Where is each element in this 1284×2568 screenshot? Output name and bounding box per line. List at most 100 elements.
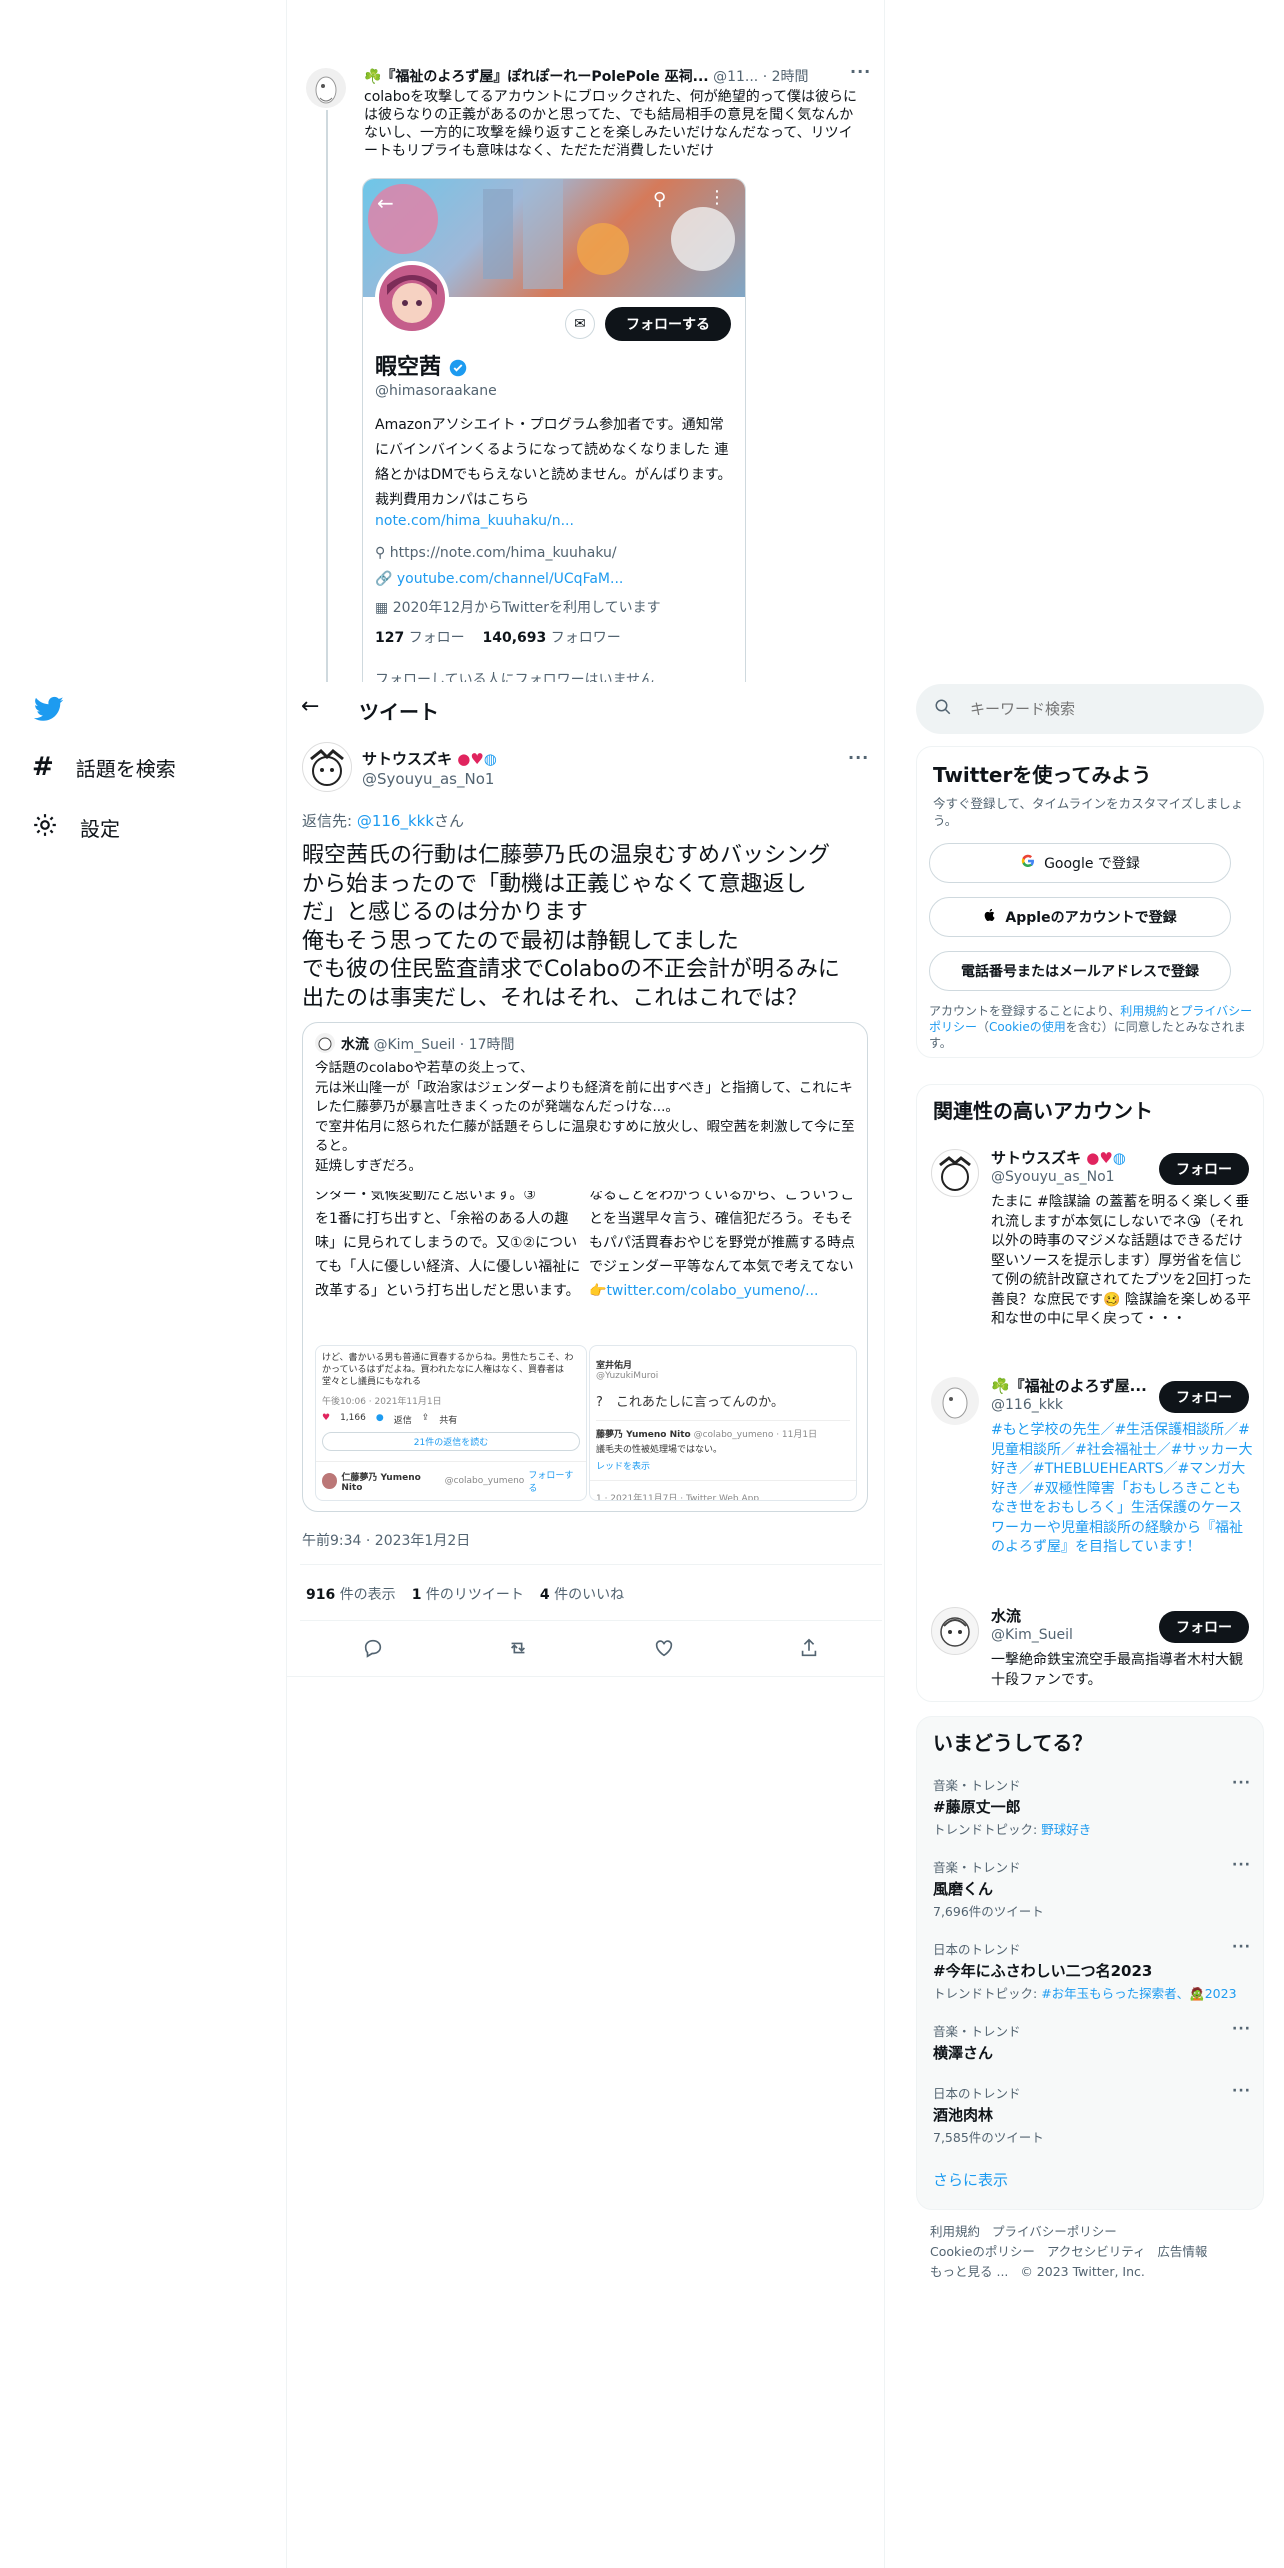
profile-message-icon: ✉ [565,309,595,339]
nav-explore[interactable]: # 話題を検索 [32,752,176,782]
quote-image-1[interactable]: ジター・気候変動だと思います。③ を1番に打ち出すと、「余裕のある人の趣味」に見… [315,1191,587,1341]
profile-card-image[interactable]: ← ⚲ ⋮ ✉ フォローする 暇空茜 @himasoraakane Amazon… [362,178,746,682]
reply-to-link[interactable]: @116_kkk [357,812,434,830]
trend-more-icon[interactable]: ··· [1232,2083,1251,2099]
trend-more-icon[interactable]: ··· [1232,1857,1251,1873]
follow-button[interactable]: フォロー [1159,1381,1249,1413]
parent-tweet-author-handle[interactable]: @11... [713,69,758,85]
google-icon [1020,853,1036,873]
followers-label: フォロワー [550,630,621,646]
follow-button[interactable]: フォロー [1159,1153,1249,1185]
tweet-timestamp[interactable]: 午前9:34 · 2023年1月2日 [302,1530,470,1550]
footer-accessibility[interactable]: アクセシビリティ [1047,2244,1146,2259]
trend-item[interactable]: 音楽・トレンド 横澤さん ··· [933,2021,1251,2063]
hashtag-icon: # [32,752,54,782]
parent-tweet-avatar[interactable] [306,68,346,108]
search-input[interactable] [970,700,1230,718]
profile-cutoff-text: フォローしている人にフォロワーはいません [375,672,655,682]
trend-item[interactable]: 日本のトレンド 酒池肉林 7,585件のツイート ··· [933,2083,1251,2146]
likes-stat[interactable]: 4 件のいいね [540,1584,624,1604]
footer-more[interactable]: もっと見る ... [930,2264,1008,2279]
trend-more-icon[interactable]: ··· [1232,1775,1251,1791]
trend-more-icon[interactable]: ··· [1232,2021,1251,2037]
parent-tweet-time[interactable]: · 2時間 [763,69,809,85]
account-handle: @Kim_Sueil [991,1627,1073,1643]
trend-context: 日本のトレンド [933,1942,1021,1957]
cookie-link[interactable]: Cookieの使用 [989,1020,1066,1034]
share-icon[interactable] [798,1637,820,1663]
trend-item[interactable]: 音楽・トレンド #藤原丈一郎 トレンドトピック: 野球好き ··· [933,1775,1251,1838]
parent-tweet-author-name[interactable]: ☘️『福祉のよろず屋』ぽれぽーれーPolePole 巫祠... [364,69,709,85]
following-label: フォロー [408,630,465,646]
quote-image-3-heart-icon: ♥ [322,1413,331,1423]
likes-count: 4 [539,1587,550,1603]
signup-subtitle: 今すぐ登録して、タイムラインをカスタマイズしましょう。 [933,796,1244,828]
terms-link[interactable]: 利用規約 [1120,1004,1168,1018]
quote-image-2[interactable]: なることをわかっているから、こういうことを当選早々言う、確信犯だろう。そもそもパ… [589,1191,857,1341]
trend-meta-link[interactable]: #お年玉もらった探索者、🧟2023 [1041,1986,1236,2001]
relevant-account[interactable]: サトウスズキ ●♥◍ @Syouyu_as_No1 フォロー たまに #陰謀論 … [917,1139,1263,1351]
footer-privacy[interactable]: プライバシーポリシー [992,2224,1117,2239]
retweets-stat[interactable]: 1 件のリツイート [412,1584,524,1604]
relevant-title: 関連性の高いアカウント [933,1099,1153,1123]
calendar-icon: ▦ [375,600,389,616]
tweet-author-handle[interactable]: @Syouyu_as_No1 [362,770,494,788]
google-signup-button[interactable]: Google で登録 [929,843,1231,883]
footer: 利用規約 プライバシーポリシー Cookieのポリシー アクセシビリティ 広告情… [930,2222,1250,2282]
trend-name: #今年にふさわしい二つ名2023 [933,1962,1153,1980]
retweets-count: 1 [411,1587,422,1603]
search-box[interactable] [916,684,1264,734]
reply-icon[interactable] [362,1637,384,1663]
footer-ads[interactable]: 広告情報 [1157,2244,1207,2259]
like-icon[interactable] [653,1637,675,1663]
phone-signup-button[interactable]: 電話番号またはメールアドレスで登録 [929,951,1231,991]
quote-image-3-handle: @colabo_yumeno [444,1476,525,1486]
relevant-account[interactable]: ☘️『福祉のよろず屋... @116_kkk フォロー #もと学校の先生／#生活… [917,1367,1263,1581]
quote-image-3-author: 仁藤夢乃 Yumeno Nito [341,1472,421,1493]
tweet-more-icon[interactable]: ··· [848,748,869,767]
trend-meta: トレンドトピック: [933,1986,1042,2001]
followers-count: 140,693 [482,630,547,646]
quote-image-4[interactable]: 室井佑月 @YuzukiMuroi ? これあたしに言ってんのか。 藤夢乃 Yu… [589,1345,857,1501]
trend-name: #藤原丈一郎 [933,1798,1021,1816]
follow-button[interactable]: フォロー [1159,1611,1249,1643]
parent-tweet-more-icon[interactable]: ··· [850,62,871,81]
tweet-line: 暇空茜氏の行動は仁藤夢乃氏の温泉むすめバッシング [302,843,831,868]
parent-tweet[interactable]: ☘️『福祉のよろず屋』ぽれぽーれーPolePole 巫祠... @11... ·… [300,60,880,682]
footer-terms[interactable]: 利用規約 [930,2224,980,2239]
gear-icon [32,812,58,843]
search-icon [934,698,952,720]
trend-more-icon[interactable]: ··· [1232,1939,1251,1955]
tweet-line: から始まったので「動機は正義じゃなくて意趣返し [302,871,807,897]
show-more-link[interactable]: さらに表示 [933,2169,1008,2190]
views-count: 916 [306,1587,336,1603]
trend-meta: トレンドトピック: [933,1822,1042,1837]
header-title: ツイート [359,700,439,724]
retweet-icon[interactable] [507,1637,529,1663]
quote-author-name: 水流 [341,1037,369,1053]
tweet-author-name[interactable]: サトウスズキ [362,750,452,768]
quote-image-3-read: 21件の返信を読む [322,1432,580,1451]
nav-explore-label: 話題を検索 [75,756,176,781]
back-arrow-icon[interactable]: ← [301,694,319,719]
trend-meta-link[interactable]: 野球好き [1041,1822,1091,1837]
globe-emoji-icon: ◍ [483,750,497,768]
tweet-author-avatar[interactable] [302,742,352,792]
trend-context: 日本のトレンド [933,2086,1021,2101]
quoted-tweet[interactable]: 水流 @Kim_Sueil · 17時間 今話題のcolaboや若草の炎上って、… [302,1022,868,1512]
trend-item[interactable]: 日本のトレンド #今年にふさわしい二つ名2023 トレンドトピック: #お年玉も… [933,1939,1251,2002]
account-bio: たまに #陰謀論 の蓋蓄を明るく楽しく垂れ流しますが本気にしないでネ😘（それ以外… [991,1194,1252,1327]
twitter-logo-icon[interactable] [33,694,64,728]
heart-emoji-icon: ♥ [470,750,484,768]
nav-settings[interactable]: 設定 [32,812,120,843]
trend-item[interactable]: 音楽・トレンド 風磨くん 7,696件のツイート ··· [933,1857,1251,1920]
relevant-account[interactable]: 水流 @Kim_Sueil フォロー 一撃絶命鉄宝流空手最高指導者木村大観十段フ… [917,1597,1263,1697]
quote-image-3[interactable]: けど、書かいる男も普通に買春するからね。男性たちこそ、わかっているはずだよね。買… [315,1345,587,1501]
trend-context: 音楽・トレンド [933,1778,1021,1793]
relevant-accounts-card: 関連性の高いアカウント サトウスズキ ●♥◍ @Syouyu_as_No1 フォ… [916,1084,1264,1702]
footer-cookie[interactable]: Cookieのポリシー [930,2244,1035,2259]
quote-image-3-reply-icon: ● [375,1413,384,1423]
quote-image-4-thread: レッドを表示 [596,1462,651,1472]
likes-label: 件のいいね [554,1587,625,1603]
apple-signup-button[interactable]: Appleのアカウントで登録 [929,897,1231,937]
